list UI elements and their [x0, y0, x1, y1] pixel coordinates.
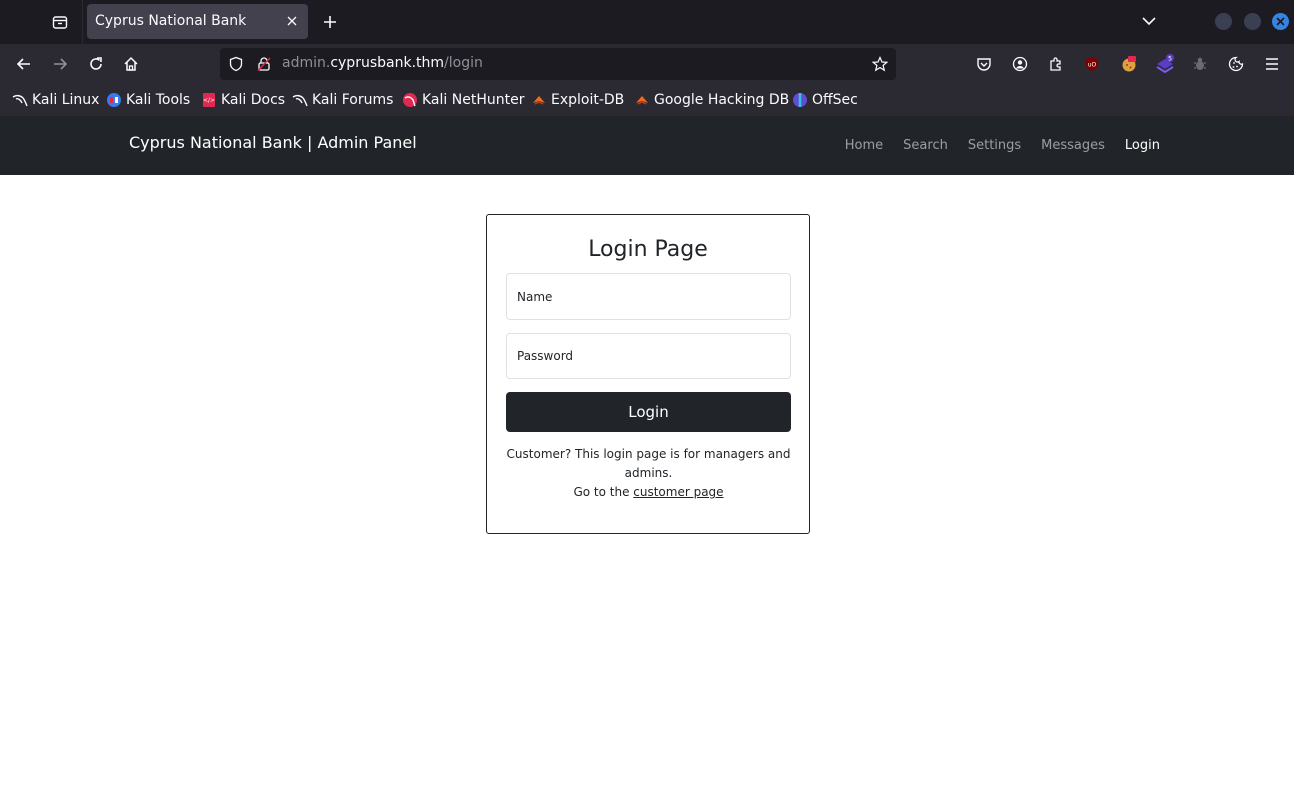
account-icon[interactable]: [1008, 52, 1032, 76]
hamburger-menu-icon[interactable]: [1260, 52, 1284, 76]
bookmark-label: Kali NetHunter: [422, 92, 525, 108]
nav-link-login[interactable]: Login: [1125, 138, 1160, 153]
firefox-view-icon[interactable]: [48, 10, 72, 34]
close-window-button[interactable]: [1272, 13, 1289, 30]
site-brand[interactable]: Cyprus National Bank | Admin Panel: [129, 133, 417, 152]
close-icon: [1276, 17, 1285, 26]
nav-link-home[interactable]: Home: [845, 138, 883, 153]
bookmark-kali-docs[interactable]: </> Kali Docs: [201, 91, 285, 109]
site-nav-links: Home Search Settings Messages Login: [825, 138, 1160, 153]
bug-extension-icon[interactable]: [1188, 52, 1212, 76]
browser-toolbar: admin.cyprusbank.thm/login uO 5: [0, 44, 1294, 84]
forward-arrow-icon[interactable]: [48, 52, 72, 76]
kali-docs-icon: </>: [201, 92, 217, 108]
bookmarks-toolbar: Kali Linux Kali Tools </> Kali Docs Kali…: [0, 84, 1294, 116]
reload-icon[interactable]: [84, 52, 108, 76]
nethunter-icon: [402, 92, 418, 108]
back-arrow-icon[interactable]: [12, 52, 36, 76]
url-host: cyprusbank.thm: [330, 55, 445, 71]
ublock-origin-icon[interactable]: uO: [1080, 52, 1104, 76]
close-tab-icon[interactable]: [284, 13, 300, 29]
extensions-puzzle-icon[interactable]: [1044, 52, 1068, 76]
url-path: /login: [444, 55, 483, 71]
bookmark-label: Kali Tools: [126, 92, 191, 108]
kali-tools-icon: [106, 92, 122, 108]
site-navbar: Cyprus National Bank | Admin Panel Home …: [0, 116, 1294, 175]
bookmark-kali-tools[interactable]: Kali Tools: [106, 91, 190, 109]
url-text[interactable]: admin.cyprusbank.thm/login: [282, 55, 483, 71]
svg-text:</>: </>: [203, 97, 215, 104]
bookmark-label: Kali Docs: [221, 92, 286, 108]
new-tab-icon[interactable]: [318, 10, 342, 34]
bookmark-star-icon[interactable]: [870, 54, 890, 74]
customer-note: Customer? This login page is for manager…: [506, 445, 791, 502]
svg-text:uO: uO: [1088, 62, 1097, 69]
login-card: Login Page Login Customer? This login pa…: [486, 214, 810, 534]
bookmark-label: Google Hacking DB: [654, 92, 790, 108]
kali-dragon-icon: [12, 92, 28, 108]
bookmark-kali-nethunter[interactable]: Kali NetHunter: [402, 91, 524, 109]
customer-note-text: Customer? This login page is for manager…: [506, 447, 791, 480]
url-bar[interactable]: admin.cyprusbank.thm/login: [220, 48, 896, 80]
wappalyzer-icon[interactable]: 5: [1153, 52, 1177, 76]
name-input[interactable]: [507, 274, 790, 319]
bookmark-kali-forums[interactable]: Kali Forums: [292, 91, 393, 109]
bookmark-offsec[interactable]: OffSec: [792, 91, 858, 109]
tab-separator: [82, 0, 83, 44]
exploit-db-icon: [531, 92, 547, 108]
password-input[interactable]: [507, 334, 790, 378]
bookmark-exploit-db[interactable]: Exploit-DB: [531, 91, 624, 109]
customer-page-link[interactable]: customer page: [633, 485, 723, 499]
tab-title: Cyprus National Bank: [95, 13, 247, 29]
ghdb-icon: [634, 92, 650, 108]
kali-dragon-icon: [292, 92, 308, 108]
insecure-lock-icon[interactable]: [254, 54, 274, 74]
home-icon[interactable]: [119, 52, 143, 76]
pocket-icon[interactable]: [972, 52, 996, 76]
offsec-icon: [792, 92, 808, 108]
bookmark-label: Kali Forums: [312, 92, 394, 108]
maximize-window-button[interactable]: [1244, 13, 1261, 30]
page-title: Login Page: [588, 237, 708, 262]
extension-badge: 5: [1168, 55, 1172, 62]
cookie-editor-icon[interactable]: [1117, 52, 1141, 76]
bookmark-google-hacking-db[interactable]: Google Hacking DB: [634, 91, 789, 109]
tracking-protection-shield-icon[interactable]: [226, 54, 246, 74]
chevron-down-icon[interactable]: [1139, 11, 1159, 31]
url-subdomain: admin.: [282, 55, 331, 71]
minimize-window-button[interactable]: [1215, 13, 1232, 30]
name-field[interactable]: [506, 273, 791, 320]
nav-link-settings[interactable]: Settings: [968, 138, 1021, 153]
bookmark-label: Kali Linux: [32, 92, 100, 108]
nav-link-messages[interactable]: Messages: [1041, 138, 1105, 153]
bookmark-label: OffSec: [812, 92, 858, 108]
cookie-icon[interactable]: [1224, 52, 1248, 76]
login-button[interactable]: Login: [506, 392, 791, 432]
browser-tab-bar: Cyprus National Bank: [0, 0, 1294, 44]
nav-link-search[interactable]: Search: [903, 138, 948, 153]
bookmark-label: Exploit-DB: [551, 92, 625, 108]
customer-goto-text: Go to the: [573, 485, 634, 499]
bookmark-kali-linux[interactable]: Kali Linux: [12, 91, 99, 109]
browser-tab-active[interactable]: Cyprus National Bank: [87, 4, 308, 39]
password-field[interactable]: [506, 333, 791, 379]
